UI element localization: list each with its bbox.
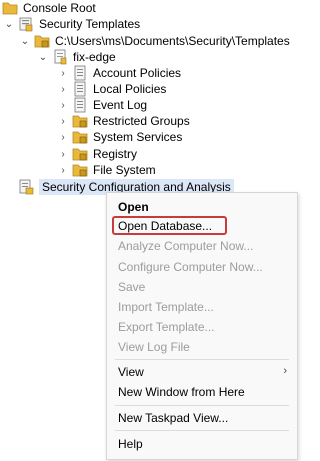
menu-item-analyze-computer-now[interactable]: Analyze Computer Now... [107,237,297,255]
menu-separator [115,405,289,406]
menu-item-label: View [118,365,144,379]
menu-item-help[interactable]: Help [107,435,297,453]
chevron-down-icon[interactable]: ⌄ [4,16,14,32]
tree-item-file-system[interactable]: › File System [58,162,156,178]
tree-item-event-log[interactable]: › Event Log [58,97,147,113]
menu-item-label: View Log File [118,340,190,354]
template-icon [52,49,68,65]
lock-folder-icon [72,162,88,178]
menu-item-label: Save [118,280,146,294]
context-menu: Open Open Database... Analyze Computer N… [106,192,298,460]
menu-item-label: Configure Computer Now... [118,260,263,274]
policy-icon [72,97,88,113]
chevron-right-icon[interactable]: › [58,81,68,97]
menu-item-save[interactable]: Save [107,278,297,296]
lock-folder-icon [72,129,88,145]
menu-item-open-database[interactable]: Open Database... [107,217,297,235]
chevron-right-icon[interactable]: › [58,162,68,178]
menu-item-label: Open [118,200,149,214]
policy-icon [72,65,88,81]
policy-icon [72,81,88,97]
chevron-down-icon[interactable]: ⌄ [20,33,30,49]
tree-item-fix-edge[interactable]: ⌄ fix-edge [38,49,116,65]
tree-item-label: System Services [93,130,183,144]
chevron-right-icon[interactable]: › [58,65,68,81]
menu-item-new-taskpad-view[interactable]: New Taskpad View... [107,409,297,427]
menu-item-new-window-from-here[interactable]: New Window from Here [107,383,297,401]
tree-item-system-services[interactable]: › System Services [58,129,182,145]
tree-item-registry[interactable]: › Registry [58,146,137,162]
tree-item-console-root[interactable]: Console Root [2,0,96,16]
chevron-right-icon: › [283,365,287,377]
menu-item-label: Export Template... [118,320,215,334]
tree-item-label: Local Policies [93,82,167,96]
menu-item-import-template[interactable]: Import Template... [107,298,297,316]
menu-item-label: New Window from Here [118,385,245,399]
tree-item-label: Console Root [23,1,96,15]
chevron-right-icon[interactable]: › [58,146,68,162]
menu-separator [115,430,289,431]
tree-item-label: Restricted Groups [93,114,190,128]
tree-item-templates-path[interactable]: ⌄ C:\Users\ms\Documents\Security\Templat… [20,33,290,49]
tree-item-label: Event Log [93,98,148,112]
lock-folder-icon [34,33,50,49]
tree-item-local-policies[interactable]: › Local Policies [58,81,166,97]
menu-item-label: New Taskpad View... [118,411,229,425]
menu-item-export-template[interactable]: Export Template... [107,318,297,336]
security-templates-icon [18,16,34,32]
menu-item-label: Import Template... [118,300,214,314]
menu-item-label: Help [118,437,143,451]
chevron-right-icon[interactable]: › [58,97,68,113]
menu-item-label: Analyze Computer Now... [118,239,254,253]
menu-separator [115,359,289,360]
tree-item-account-policies[interactable]: › Account Policies [58,65,181,81]
menu-item-open[interactable]: Open [107,198,297,216]
chevron-down-icon[interactable]: ⌄ [38,49,48,65]
menu-item-view-log-file[interactable]: View Log File [107,338,297,356]
chevron-right-icon[interactable]: › [58,129,68,145]
lock-folder-icon [72,113,88,129]
tree-item-label: fix-edge [73,50,116,64]
tree-item-label: Registry [93,147,138,161]
tree-item-label: File System [93,163,156,177]
chevron-right-icon[interactable]: › [58,113,68,129]
tree-item-restricted-groups[interactable]: › Restricted Groups [58,113,190,129]
tree-item-label: C:\Users\ms\Documents\Security\Templates [55,34,290,48]
folder-icon [2,0,18,16]
menu-item-label: Open Database... [118,219,213,233]
security-config-icon [18,179,34,195]
tree-item-label: Security Templates [39,17,141,31]
lock-folder-icon [72,146,88,162]
tree-item-security-templates[interactable]: ⌄ Security Templates [4,16,140,32]
tree-item-label: Account Policies [93,66,182,80]
menu-item-configure-computer-now[interactable]: Configure Computer Now... [107,258,297,276]
menu-item-view[interactable]: View › [107,363,297,381]
